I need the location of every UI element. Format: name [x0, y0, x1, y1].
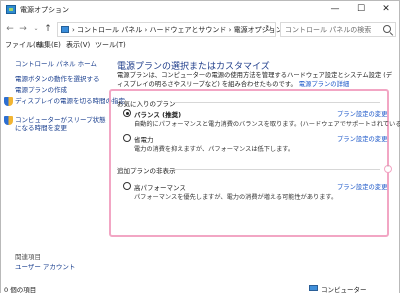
- menu-edit[interactable]: 編集(E): [37, 40, 61, 50]
- page-description: 電源プランは、コンピューターの電源の使用方法を管理するハードウェア設定とシステム…: [117, 72, 395, 89]
- search-input[interactable]: コントロール パネルの検索: [280, 22, 396, 37]
- address-bar[interactable]: › コントロール パネル › ハードウェアとサウンド › 電源オプション ⌄ ↻: [57, 22, 283, 37]
- address-dropdown-icon[interactable]: ⌄: [254, 24, 259, 31]
- power-options-app-icon: [6, 5, 16, 14]
- plan-highperf-change-link[interactable]: プラン設定の変更: [337, 182, 387, 191]
- plan-balanced-radio[interactable]: [123, 109, 131, 117]
- minimize-button[interactable]: —: [322, 1, 348, 19]
- forward-arrow-icon[interactable]: →: [17, 23, 29, 35]
- window: 電源オプション — ☐ ✕ ← → ⌄ ↑ › コントロール パネル › ハード…: [0, 0, 400, 293]
- status-location: コンピューター: [321, 286, 367, 293]
- plan-powersaver-name[interactable]: 省電力: [134, 134, 154, 144]
- hidden-plans-header: 追加プランの非表示: [117, 167, 176, 175]
- favorites-header: お気に入りのプラン: [117, 100, 176, 108]
- plan-highperf-radio[interactable]: [123, 182, 131, 190]
- sidebar-user-accounts-link[interactable]: ユーザー アカウント: [15, 263, 75, 271]
- sidebar-home-link[interactable]: コントロール パネル ホーム: [15, 60, 97, 68]
- maximize-button[interactable]: ☐: [348, 1, 374, 19]
- divider: [173, 102, 380, 103]
- search-icon[interactable]: [383, 25, 391, 33]
- sidebar-sleep-link[interactable]: コンピューターがスリープ状態になる時間を変更: [15, 116, 107, 132]
- plan-powersaver-change-link[interactable]: プラン設定の変更: [337, 134, 387, 143]
- plan-highperf-desc: パフォーマンスを優先しますが、電力の消費が増える可能性があります。: [134, 194, 338, 201]
- page-title: 電源プランの選択またはカスタマイズ: [117, 62, 270, 72]
- back-arrow-icon[interactable]: ←: [4, 23, 16, 35]
- status-bar: 0 個の項目 コンピューター: [1, 283, 399, 293]
- close-button[interactable]: ✕: [373, 1, 399, 19]
- plan-balanced-desc: 自動的にパフォーマンスと電力消費のバランスを取ります。(ハードウェアでサポートさ…: [134, 121, 400, 128]
- plan-powersaver-radio[interactable]: [123, 134, 131, 142]
- breadcrumb[interactable]: › コントロール パネル › ハードウェアとサウンド › 電源オプション: [72, 25, 283, 35]
- menu-bar: ファイル(F) 編集(E) 表示(V) ツール(T): [1, 39, 399, 51]
- title-bar: 電源オプション — ☐ ✕: [1, 1, 399, 19]
- computer-icon: [309, 285, 318, 291]
- recent-locations-chevron-icon[interactable]: ⌄: [30, 23, 42, 35]
- shield-icon: [4, 116, 13, 125]
- description-text: 電源プランは、コンピューターの電源の使用方法を管理するハードウェア設定とシステム…: [117, 72, 393, 88]
- window-title: 電源オプション: [20, 6, 69, 14]
- plan-highperf-name[interactable]: 高パフォーマンス: [134, 182, 186, 192]
- plan-balanced-change-link[interactable]: プラン設定の変更: [337, 109, 387, 118]
- collapse-chevron-icon[interactable]: ˆ: [384, 165, 392, 173]
- sidebar-create-plan-link[interactable]: 電源プランの作成: [15, 86, 67, 94]
- search-placeholder: コントロール パネルの検索: [285, 26, 372, 34]
- menu-tools[interactable]: ツール(T): [95, 40, 126, 50]
- sidebar-power-button-link[interactable]: 電源ボタンの動作を選択する: [15, 75, 100, 83]
- main-content: 電源プランの選択またはカスタマイズ 電源プランは、コンピューターの電源の使用方法…: [109, 51, 400, 281]
- power-plan-details-link[interactable]: 電源プランの詳細: [299, 81, 349, 88]
- items-count: 0 個の項目: [4, 286, 37, 293]
- address-row: ← → ⌄ ↑ › コントロール パネル › ハードウェアとサウンド › 電源オ…: [1, 19, 399, 39]
- plan-powersaver-desc: 電力の消費を抑えますが、パフォーマンスは低下します。: [134, 146, 295, 153]
- menu-view[interactable]: 表示(V): [66, 40, 90, 50]
- sidebar: コントロール パネル ホーム 電源ボタンの動作を選択する 電源プランの作成 ディ…: [1, 51, 125, 281]
- shield-icon: [4, 97, 13, 106]
- divider: [173, 169, 380, 170]
- refresh-icon[interactable]: ↻: [265, 24, 272, 33]
- plan-balanced-name[interactable]: バランス (推奨): [134, 109, 181, 119]
- up-arrow-icon[interactable]: ↑: [42, 23, 54, 35]
- control-panel-icon: [61, 26, 69, 33]
- see-also-heading: 関連項目: [15, 253, 41, 261]
